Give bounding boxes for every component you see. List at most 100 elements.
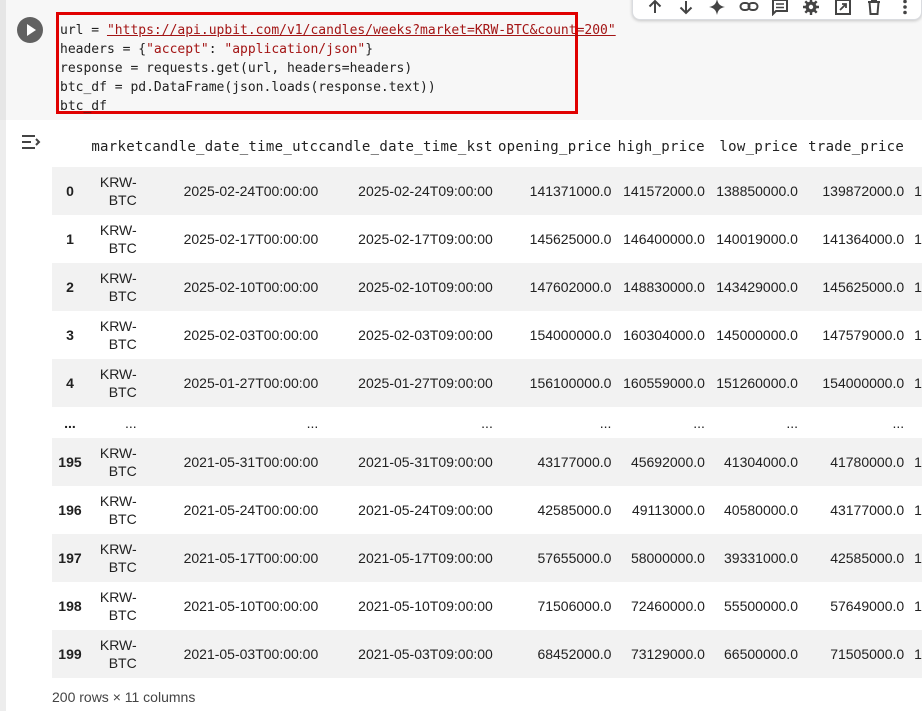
move-up-button[interactable] bbox=[639, 0, 670, 18]
mirror-cell-button[interactable] bbox=[827, 0, 858, 18]
table-row: 195 KRW- BTC 2021-05-31T00:00:00 2021-05-31T… bbox=[52, 438, 922, 486]
table-cell-high: 73129000.0 bbox=[611, 630, 705, 678]
comment-icon bbox=[771, 0, 788, 16]
table-cell-kst: 2021-05-17T09:00:00 bbox=[318, 534, 493, 582]
output-toggle-button[interactable] bbox=[20, 131, 42, 157]
table-cell-low: 145000000.0 bbox=[716, 327, 798, 343]
row-index: 4 bbox=[52, 359, 88, 407]
gear-icon bbox=[803, 0, 820, 15]
table-cell-kst: ... bbox=[481, 414, 493, 431]
gemini-button[interactable] bbox=[702, 0, 733, 18]
table-header-row: market candle_date_time_utc candle_date_… bbox=[52, 127, 922, 167]
column-header: trade_price bbox=[808, 139, 905, 155]
table-cell-low: 140019000.0 bbox=[716, 231, 798, 247]
table-row: ........................ bbox=[52, 407, 922, 438]
market-cell: KRW- BTC bbox=[88, 486, 144, 534]
table-cell-trade: 41780000.0 bbox=[797, 438, 905, 486]
table-row: 196 KRW- BTC 2021-05-24T00:00:00 2021-05-24T… bbox=[52, 486, 922, 534]
delete-cell-button[interactable] bbox=[858, 0, 889, 18]
more-vert-icon bbox=[903, 0, 908, 15]
table-cell-cut: 1 bbox=[904, 263, 922, 311]
market-cell: KRW- BTC bbox=[88, 215, 144, 263]
table-row: 2 KRW- BTC 2025-02-10T00:00:00 2025-02-10T09… bbox=[52, 263, 922, 311]
market-cell: KRW- BTC bbox=[87, 167, 144, 215]
table-cell-high: 72460000.0 bbox=[630, 598, 705, 614]
row-index: 197 bbox=[52, 534, 88, 582]
table-cell-utc: 2021-05-03T00:00:00 bbox=[143, 630, 319, 678]
table-cell-kst: 2025-02-17T09:00:00 bbox=[358, 231, 493, 247]
table-cell-cut: 1 bbox=[904, 630, 922, 678]
table-cell-trade: 139872000.0 bbox=[797, 167, 905, 215]
row-index: 196 bbox=[58, 502, 82, 518]
market-cell-line: BTC bbox=[108, 655, 137, 671]
settings-button[interactable] bbox=[796, 0, 827, 18]
table-row: 0 KRW- BTC 2025-02-24T00:00:00 2025-02-24T09… bbox=[52, 167, 922, 215]
table-cell-utc: 2021-05-17T00:00:00 bbox=[143, 534, 319, 582]
table-cell-high: 45692000.0 bbox=[611, 438, 705, 486]
table-cell-open: 71506000.0 bbox=[537, 598, 612, 614]
row-index: 3 bbox=[66, 327, 74, 343]
link-icon bbox=[739, 2, 759, 11]
table-cell-trade: 141364000.0 bbox=[822, 231, 905, 247]
table-cell-open: ... bbox=[599, 414, 612, 431]
market-cell: KRW- BTC bbox=[87, 263, 144, 311]
market-cell: KRW- BTC bbox=[87, 534, 144, 582]
table-cell-utc: ... bbox=[306, 414, 319, 431]
table-cell-high: 49113000.0 bbox=[631, 502, 705, 518]
code-line-3: response = requests.get(url, headers=hea… bbox=[60, 61, 413, 76]
table-row: 198 KRW- BTC 2021-05-10T00:00:00 2021-05-10T… bbox=[52, 582, 922, 630]
table-cell-high: 160559000.0 bbox=[611, 359, 705, 407]
move-down-button[interactable] bbox=[670, 0, 701, 18]
copy-link-button[interactable] bbox=[733, 0, 764, 18]
more-actions-button[interactable] bbox=[890, 0, 921, 18]
table-cell-kst: 2021-05-10T09:00:00 bbox=[358, 598, 493, 614]
run-cell-button[interactable] bbox=[17, 17, 43, 43]
table-cell-kst: 2021-05-24T09:00:00 bbox=[358, 502, 493, 518]
table-cell-utc: 2021-05-31T00:00:00 bbox=[143, 438, 319, 486]
table-cell-cut: 1 bbox=[904, 438, 922, 486]
mirror-cell-icon bbox=[834, 0, 851, 15]
column-header: market bbox=[91, 139, 144, 155]
table-cell-cut bbox=[904, 407, 922, 438]
column-header: opening_price bbox=[497, 139, 612, 155]
table-cell-kst: 2025-02-10T09:00:00 bbox=[318, 263, 493, 311]
table-cell-trade: 57649000.0 bbox=[830, 598, 905, 614]
row-index: 2 bbox=[52, 263, 88, 311]
sparkle-icon bbox=[709, 0, 726, 15]
table-cell-trade: 145625000.0 bbox=[797, 263, 905, 311]
table-cell-high: 146400000.0 bbox=[623, 231, 705, 247]
table-cell-kst: 2025-01-27T09:00:00 bbox=[318, 359, 493, 407]
table-cell-low: ... bbox=[786, 414, 798, 431]
market-cell: KRW- BTC bbox=[87, 359, 144, 407]
table-cell-open: 156100000.0 bbox=[492, 359, 612, 407]
table-cell-open: 145625000.0 bbox=[529, 231, 612, 247]
table-cell-open: 141371000.0 bbox=[492, 167, 612, 215]
market-cell-line: KRW- bbox=[99, 222, 137, 238]
code-line-1: url = "https://api.upbit.com/v1/candles/… bbox=[60, 23, 616, 38]
column-header: high_price bbox=[617, 139, 705, 155]
market-cell-line: KRW- bbox=[99, 493, 137, 509]
table-cell-trade: 154000000.0 bbox=[797, 359, 905, 407]
column-header: low_price bbox=[719, 139, 798, 155]
table-cell-utc: 2025-02-03T00:00:00 bbox=[183, 327, 319, 343]
table-cell-high: 160304000.0 bbox=[623, 327, 705, 343]
add-comment-button[interactable] bbox=[764, 0, 795, 18]
code-highlight-box[interactable]: url = "https://api.upbit.com/v1/candles/… bbox=[56, 12, 616, 116]
table-row: 3 KRW- BTC 2025-02-03T00:00:00 2025-02-03T09… bbox=[52, 311, 922, 359]
table-cell-low: 41304000.0 bbox=[704, 438, 798, 486]
code-editor[interactable]: url = "https://api.upbit.com/v1/candles/… bbox=[59, 15, 616, 116]
table-cell-cut: 1 bbox=[904, 167, 922, 215]
table-cell-cut: 1 bbox=[904, 359, 922, 407]
table-cell-open: 57655000.0 bbox=[492, 534, 612, 582]
market-cell: KRW- BTC bbox=[87, 438, 144, 486]
table-cell-high: 148830000.0 bbox=[611, 263, 705, 311]
table-cell-trade: ... bbox=[892, 414, 905, 431]
market-cell-line: BTC bbox=[108, 607, 137, 623]
row-index: 1 bbox=[66, 231, 74, 247]
api-url-link[interactable]: "https://api.upbit.com/v1/candles/weeks?… bbox=[107, 23, 616, 38]
table-cell-cut: 1 bbox=[914, 327, 922, 343]
market-cell-line: KRW- bbox=[99, 637, 137, 653]
table-cell-low: 66500000.0 bbox=[704, 630, 798, 678]
market-cell-line: KRW- bbox=[99, 445, 137, 461]
table-cell-kst: 2025-02-03T09:00:00 bbox=[358, 327, 493, 343]
